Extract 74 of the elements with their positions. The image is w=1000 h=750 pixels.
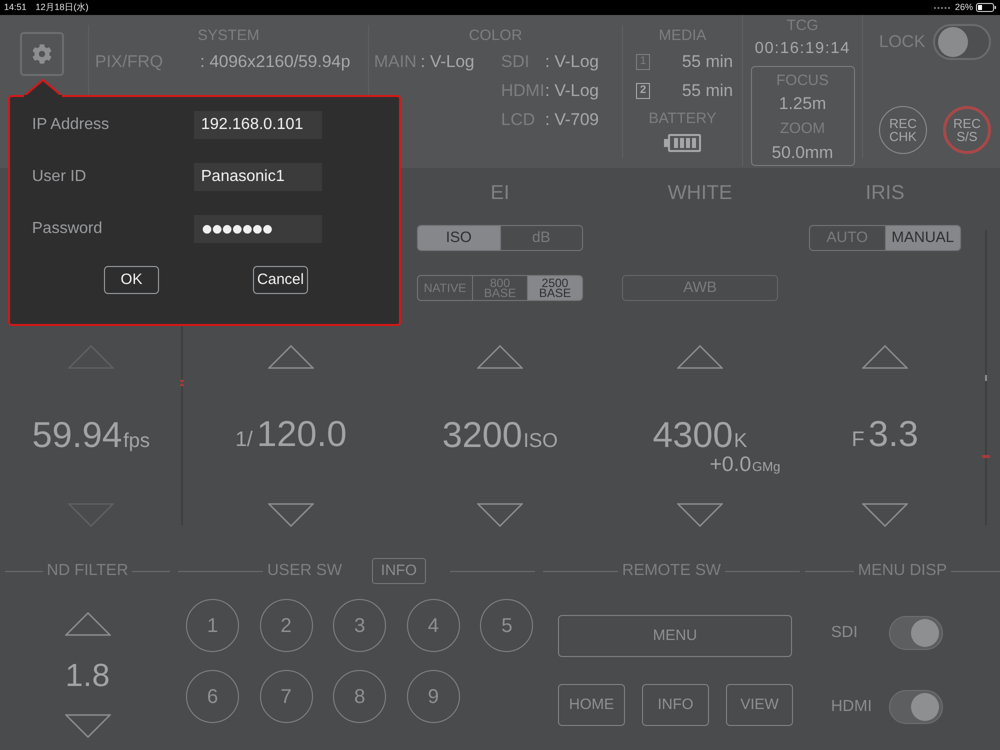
down-arrow-icon[interactable]: [268, 503, 314, 527]
info-value: : V-Log: [545, 80, 599, 102]
user-switch-button[interactable]: 4: [406, 599, 460, 652]
user-switch-button[interactable]: 1: [186, 599, 239, 652]
down-arrow-icon[interactable]: [862, 503, 908, 527]
menu-button[interactable]: MENU: [558, 615, 792, 657]
input-field[interactable]: Panasonic1: [194, 163, 322, 191]
record-button[interactable]: REC S/S: [943, 106, 991, 154]
down-arrow-icon[interactable]: [64, 714, 110, 738]
field-label: User ID: [32, 167, 88, 187]
user-switch-button[interactable]: 9: [406, 670, 460, 723]
field-label: IP Address: [32, 115, 110, 135]
info-value: : 4096x2160/59.94p: [200, 50, 350, 73]
down-arrow-icon[interactable]: [477, 503, 523, 527]
info-value: : V-709: [545, 108, 599, 131]
ok-button[interactable]: OK: [104, 266, 159, 294]
input-field[interactable]: 192.168.0.101: [194, 111, 322, 139]
segment-option[interactable]: MANUAL: [884, 226, 960, 250]
info-button[interactable]: INFO: [372, 558, 426, 584]
value-unit: ISO: [523, 428, 558, 454]
segment-option[interactable]: 2500 BASE: [527, 276, 582, 300]
battery-icon: [976, 3, 996, 12]
display-toggle[interactable]: [889, 690, 943, 724]
user-switch-button[interactable]: 7: [260, 670, 313, 723]
up-arrow-icon[interactable]: [64, 612, 110, 636]
up-arrow-icon[interactable]: [477, 345, 523, 369]
user-switch-button[interactable]: 3: [333, 599, 386, 652]
zoom-value: 50.0mm: [772, 143, 834, 163]
settings-icon: [32, 44, 52, 64]
down-arrow-icon[interactable]: [677, 503, 723, 527]
status-time: 14:51: [4, 0, 27, 14]
parameter-value: 59.94: [32, 416, 122, 452]
sub-value-unit: GMg: [752, 458, 780, 476]
user-switch-button[interactable]: 2: [260, 599, 313, 652]
signal-icon: [932, 6, 951, 10]
field-label: Password: [32, 219, 104, 239]
battery-icon: [664, 134, 701, 152]
focus-value: 1.25m: [778, 93, 826, 115]
display-toggle[interactable]: [889, 616, 943, 650]
remaining-time: 55 min: [682, 80, 733, 102]
remote-button[interactable]: HOME: [558, 684, 625, 726]
remaining-time: 55 min: [682, 50, 733, 73]
user-switch-button[interactable]: 5: [480, 599, 534, 652]
remote-button[interactable]: INFO: [642, 684, 709, 726]
battery-percent: 26%: [954, 0, 973, 14]
up-arrow-icon[interactable]: [862, 345, 908, 369]
up-arrow-icon[interactable]: [268, 345, 314, 369]
parameter-value: 3200: [442, 416, 522, 452]
settings-button[interactable]: [20, 32, 64, 76]
nd-value: 1.8: [65, 656, 110, 695]
info-value: : V-Log: [545, 50, 599, 73]
toggle-label: HDMI: [831, 697, 873, 717]
sub-value: +0.0: [710, 454, 752, 476]
value-unit: fps: [123, 428, 150, 454]
value-unit: K: [734, 429, 748, 454]
value-prefix: 1/: [235, 427, 253, 454]
segment-option[interactable]: ISO: [418, 226, 500, 250]
remote-button[interactable]: VIEW: [726, 684, 793, 726]
password-field[interactable]: ●●●●●●●: [194, 215, 322, 243]
value-prefix: F: [852, 427, 864, 454]
rec-check-button[interactable]: REC CHK: [879, 106, 927, 154]
info-value: : V-Log: [420, 50, 474, 73]
parameter-value: 3.3: [868, 416, 918, 452]
parameter-value: 4300: [652, 417, 733, 454]
parameter-value: 120.0: [256, 416, 347, 452]
status-date: 12月18日(水): [36, 0, 89, 14]
toggle-label: SDI: [831, 623, 859, 643]
user-switch-button[interactable]: 6: [186, 670, 239, 723]
cancel-button[interactable]: Cancel: [253, 266, 308, 294]
lock-toggle[interactable]: [933, 24, 991, 60]
timecode: 00:16:19:14: [754, 39, 850, 59]
slot-number: 2: [636, 82, 650, 98]
user-switch-button[interactable]: 8: [333, 670, 386, 723]
up-arrow-icon[interactable]: [677, 345, 723, 369]
